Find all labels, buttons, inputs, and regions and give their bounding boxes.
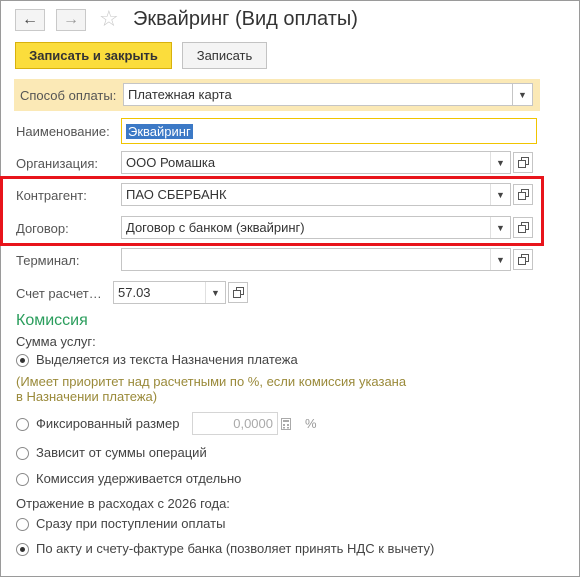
back-button[interactable]: ← [15, 9, 45, 31]
payment-method-value: Платежная карта [128, 87, 232, 102]
star-icon[interactable]: ☆ [99, 6, 119, 32]
payment-method-label: Способ оплаты: [20, 88, 117, 103]
terminal-label: Терминал: [16, 253, 80, 268]
radio-depends-on-amount[interactable] [16, 447, 29, 460]
chevron-down-icon[interactable]: ▼ [512, 84, 532, 105]
radio-by-bank-act-label[interactable]: По акту и счету-фактуре банка (позволяет… [36, 541, 434, 556]
organization-field[interactable]: ООО Ромашка ▼ [121, 151, 511, 174]
arrow-right-icon: → [63, 11, 79, 28]
open-window-icon [232, 287, 244, 298]
open-window-icon [517, 157, 529, 168]
forward-button[interactable]: → [56, 9, 86, 31]
open-window-icon [517, 254, 529, 265]
save-button[interactable]: Записать [182, 42, 267, 69]
radio-depends-on-amount-label[interactable]: Зависит от суммы операций [36, 445, 207, 460]
expenses-label: Отражение в расходах с 2026 года: [16, 496, 230, 511]
save-and-close-button[interactable]: Записать и закрыть [15, 42, 172, 69]
calculator-icon[interactable] [277, 413, 295, 434]
priority-note-line2: в Назначении платежа) [16, 389, 158, 404]
chevron-down-icon[interactable]: ▼ [490, 249, 510, 270]
fixed-amount-input[interactable]: 0,0000 [192, 412, 278, 435]
radio-immediately-on-payment-label[interactable]: Сразу при поступлении оплаты [36, 516, 225, 531]
open-terminal-button[interactable] [513, 249, 533, 270]
percent-label: % [305, 416, 317, 431]
radio-withheld-separately-label[interactable]: Комиссия удерживается отдельно [36, 471, 241, 486]
open-organization-button[interactable] [513, 152, 533, 173]
name-label: Наименование: [16, 124, 110, 139]
account-value: 57.03 [118, 285, 151, 300]
services-amount-label: Сумма услуг: [16, 334, 96, 349]
organization-value: ООО Ромашка [126, 155, 216, 170]
radio-fixed-amount-label[interactable]: Фиксированный размер [36, 416, 179, 431]
radio-from-payment-text[interactable] [16, 354, 29, 367]
terminal-field[interactable]: ▼ [121, 248, 511, 271]
radio-from-payment-text-label[interactable]: Выделяется из текста Назначения платежа [36, 352, 298, 367]
radio-withheld-separately[interactable] [16, 473, 29, 486]
radio-by-bank-act[interactable] [16, 543, 29, 556]
account-field[interactable]: 57.03 ▼ [113, 281, 226, 304]
radio-fixed-amount[interactable] [16, 418, 29, 431]
arrow-left-icon: ← [22, 11, 38, 28]
chevron-down-icon[interactable]: ▼ [205, 282, 225, 303]
commission-section-title: Комиссия [16, 312, 88, 329]
page-title: Эквайринг (Вид оплаты) [133, 8, 358, 30]
priority-note-line1: (Имеет приоритет над расчетными по %, ес… [16, 374, 407, 389]
payment-method-select[interactable]: Платежная карта ▼ [123, 83, 533, 106]
open-account-button[interactable] [228, 282, 248, 303]
highlight-annotation-box [0, 176, 544, 246]
account-label: Счет расчет… [16, 286, 102, 301]
radio-immediately-on-payment[interactable] [16, 518, 29, 531]
organization-label: Организация: [16, 156, 99, 171]
chevron-down-icon[interactable]: ▼ [490, 152, 510, 173]
name-field[interactable]: Эквайринг [121, 118, 537, 144]
name-value: Эквайринг [126, 123, 193, 139]
